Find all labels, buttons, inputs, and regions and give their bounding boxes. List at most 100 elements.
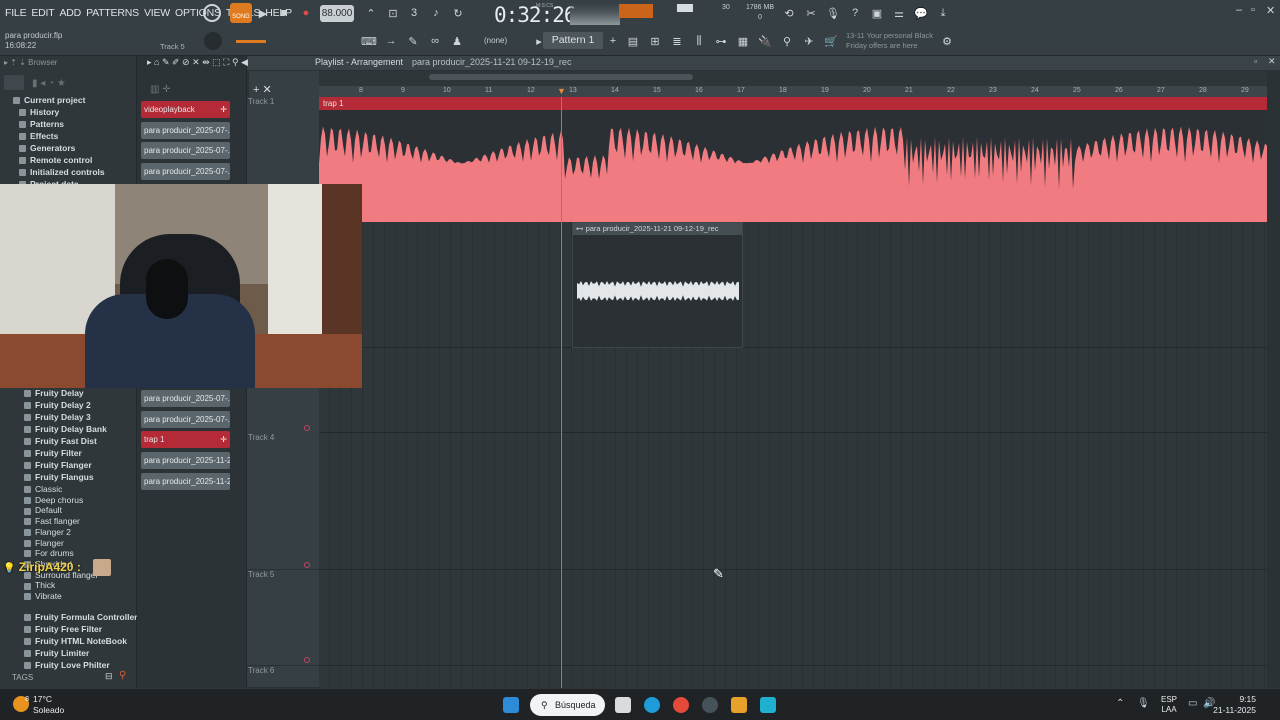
close-icon[interactable]: ✕: [1266, 4, 1275, 17]
picker-clip[interactable]: videoplayback ✛: [141, 101, 230, 118]
edge-icon[interactable]: [644, 697, 660, 713]
scroll-thumb[interactable]: [429, 74, 693, 80]
microphone-icon[interactable]: 🎙: [824, 4, 842, 22]
playlist-maximize-icon[interactable]: ▫: [1254, 56, 1257, 66]
record-icon[interactable]: ●: [297, 4, 315, 22]
audio-clip-recording[interactable]: ⊷ para producir_2025-11-21 09-12-19_rec: [572, 222, 743, 348]
settings-icon[interactable]: ⚙: [938, 32, 956, 50]
chrome-icon[interactable]: [673, 697, 689, 713]
tempo-display[interactable]: 88.000: [320, 5, 354, 22]
browser-window-icon[interactable]: ⊶: [712, 32, 730, 50]
browser-item[interactable]: Remote control: [19, 155, 92, 165]
browser-preset[interactable]: Thick: [24, 580, 55, 590]
minimize-icon[interactable]: –: [1236, 4, 1242, 16]
countdown-icon[interactable]: 3: [405, 4, 423, 22]
browser-plugin[interactable]: Fruity Delay 2: [24, 400, 91, 410]
tags-menu-icon[interactable]: ⊟: [105, 671, 113, 682]
link-icon[interactable]: ∞: [426, 32, 444, 50]
taskbar-search[interactable]: ⚲ Búsqueda: [530, 694, 605, 716]
browser-preset[interactable]: Default: [24, 505, 62, 515]
mixer-icon[interactable]: ⚌: [890, 4, 908, 22]
track-5-record-icon[interactable]: [304, 562, 310, 568]
clip-add-icon[interactable]: ✛: [220, 101, 227, 118]
browser-preset[interactable]: Classic: [24, 484, 62, 494]
picker-clip[interactable]: para producir_2025-07-...: [141, 410, 230, 428]
track-4-record-icon[interactable]: [304, 425, 310, 431]
plugin-picker-icon[interactable]: 🔌: [756, 32, 774, 50]
search-icon[interactable]: ⚲: [119, 670, 126, 681]
loop-record-icon[interactable]: ↻: [449, 4, 467, 22]
start-icon[interactable]: [503, 697, 519, 713]
undo-history-icon[interactable]: ⟲: [780, 4, 798, 22]
task-view-icon[interactable]: [615, 697, 631, 713]
metronome-icon[interactable]: [203, 4, 221, 22]
timeline-ruler[interactable]: 8 9 10 11 12 13 14 15 16 17 18 19 20 21 22 23 24 25 26 27 28…: [319, 86, 1267, 97]
playlist-tool-icons[interactable]: ▸ ⌂ ✎ ✐ ⊘ ✕ ⇹ ⬚ ⛶ ⚲ ◀: [147, 57, 248, 68]
picker-clip[interactable]: para producir_2025-07-...: [141, 390, 230, 407]
project-picker-icon[interactable]: ⚲: [778, 32, 796, 50]
master-volume-knob[interactable]: [204, 32, 222, 50]
browser-all-tab[interactable]: [4, 75, 24, 90]
chat-icon[interactable]: 💬: [912, 4, 930, 22]
browser-preset[interactable]: Fast flanger: [24, 516, 80, 526]
play-icon[interactable]: ▶: [254, 4, 272, 22]
download-icon[interactable]: ⤓: [934, 4, 952, 22]
track-header[interactable]: Track 5: [247, 570, 319, 666]
step-edit-icon[interactable]: ⊡: [384, 4, 402, 22]
add-pattern-icon[interactable]: +: [604, 32, 622, 50]
picker-clip[interactable]: para producir_2025-07-...: [141, 163, 230, 181]
track-header[interactable]: Track 6: [247, 666, 319, 688]
weather-icon[interactable]: 8: [13, 696, 29, 712]
pencil-icon[interactable]: ✎: [404, 32, 422, 50]
browser-plugin[interactable]: Fruity Love Philter: [24, 660, 110, 670]
browser-item[interactable]: Patterns: [19, 119, 64, 129]
browser-item[interactable]: History: [19, 107, 59, 117]
piano-roll-window-icon[interactable]: ≣: [668, 32, 686, 50]
arrow-icon[interactable]: →: [382, 32, 400, 50]
browser-plugin[interactable]: Fruity Fast Dist: [24, 436, 97, 446]
browser-nav-icon[interactable]: ▸ ⇡ ⇣: [4, 58, 26, 67]
browser-plugin[interactable]: Fruity Delay 3: [24, 412, 91, 422]
browser-preset[interactable]: Vibrate: [24, 591, 62, 601]
browser-plugin[interactable]: Fruity Delay: [24, 388, 84, 398]
playlist-track-tools[interactable]: + ✕: [249, 71, 319, 97]
picker-toolbar[interactable]: ▥ ✛: [150, 84, 171, 95]
piano-roll-icon[interactable]: ⌨: [360, 32, 378, 50]
menu-file[interactable]: FILE: [5, 7, 27, 19]
menu-patterns[interactable]: PATTERNS: [86, 7, 139, 19]
browser-preset[interactable]: Flanger: [24, 538, 64, 548]
playlist-icon[interactable]: ▤: [624, 32, 642, 50]
song-position-display[interactable]: 0:32:26: [494, 3, 577, 27]
browser-plugin[interactable]: Fruity Flanger: [24, 460, 92, 470]
pattern-selector[interactable]: Pattern 1: [543, 32, 603, 49]
browser-preset[interactable]: For drums: [24, 548, 74, 558]
network-icon[interactable]: ▭: [1188, 698, 1197, 709]
audio-clip-trap[interactable]: trap 1: [319, 97, 1267, 222]
menu-add[interactable]: ADD: [60, 7, 82, 19]
picker-clip[interactable]: trap 1 ✛: [141, 431, 230, 449]
browser-preset[interactable]: Deep chorus: [24, 495, 83, 505]
clock[interactable]: 9:15 21-11-2025: [1213, 694, 1256, 716]
browser-tab-icon[interactable]: ▮ ◂ ◔ ★: [32, 78, 66, 89]
stop-icon[interactable]: ■: [275, 4, 293, 22]
save-icon[interactable]: ▣: [868, 4, 886, 22]
channel-rack-icon[interactable]: ⊞: [646, 32, 664, 50]
blend-notes-icon[interactable]: ♪: [427, 4, 445, 22]
app-icon[interactable]: [702, 697, 718, 713]
notepad-icon[interactable]: [760, 697, 776, 713]
help-icon[interactable]: ?: [846, 4, 864, 22]
news-panel[interactable]: 13-11 Your personal Black Friday offers …: [846, 31, 933, 51]
browser-item[interactable]: Generators: [19, 143, 75, 153]
snap-selector[interactable]: (none): [484, 36, 507, 45]
browser-plugin[interactable]: Fruity Free Filter: [24, 624, 102, 634]
browser-plugin[interactable]: Fruity Delay Bank: [24, 424, 107, 434]
tray-chevron-icon[interactable]: ⌃: [1116, 698, 1124, 709]
browser-item[interactable]: Effects: [19, 131, 58, 141]
tray-microphone-icon[interactable]: 🎙: [1137, 698, 1150, 709]
picker-clip[interactable]: para producir_2025-07-...: [141, 142, 230, 160]
menu-view[interactable]: VIEW: [144, 7, 170, 19]
playlist-scrollbar[interactable]: [319, 71, 1267, 86]
picker-clip[interactable]: para producir_2025-11-2...: [141, 472, 230, 490]
browser-plugin[interactable]: Fruity Formula Controller: [24, 612, 137, 622]
clip-add-icon[interactable]: ✛: [220, 431, 227, 448]
